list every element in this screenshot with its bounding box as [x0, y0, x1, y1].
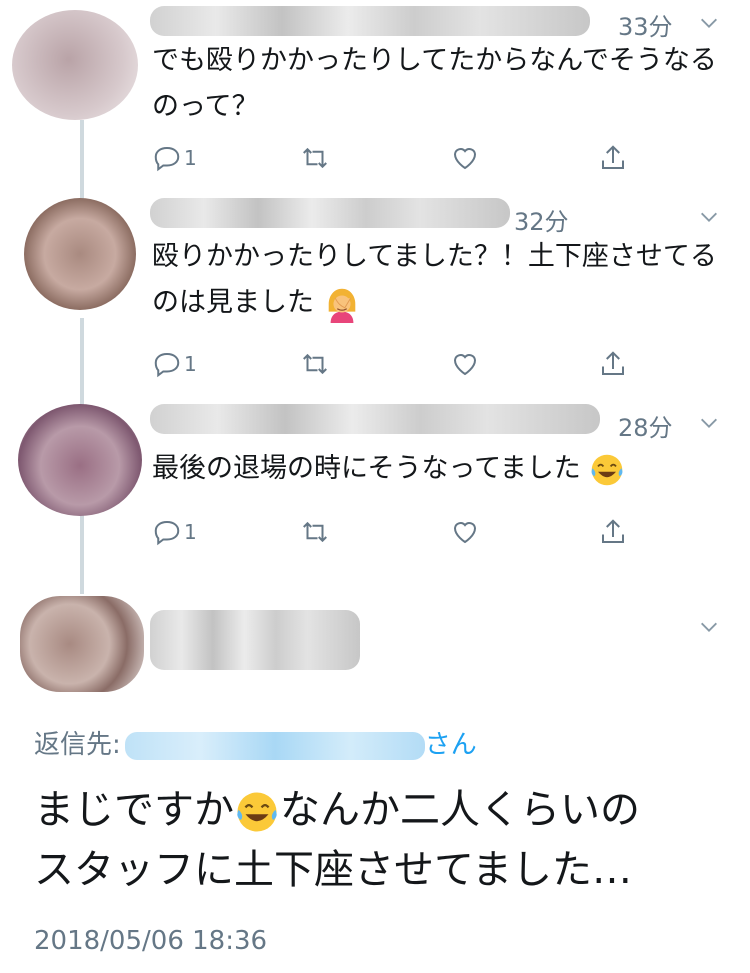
tweet-text-content: 殴りかかったりしてました？！土下座させてるのは見ました — [152, 241, 717, 318]
tweet-time: 32分 — [514, 208, 569, 236]
reply-button[interactable]: 1 — [152, 344, 197, 384]
chevron-down-icon[interactable] — [698, 616, 720, 638]
reply-icon — [154, 146, 180, 172]
like-button[interactable] — [450, 344, 480, 384]
tweet-actions: 1 — [152, 344, 652, 384]
retweet-button[interactable] — [300, 344, 330, 384]
share-icon — [602, 519, 624, 543]
chevron-down-icon[interactable] — [698, 12, 720, 34]
retweet-icon — [303, 353, 327, 375]
reply-count: 1 — [184, 520, 197, 544]
retweet-button[interactable] — [300, 512, 330, 552]
tweet-actions: 1 — [152, 138, 652, 178]
reply-to-label: 返信先: — [34, 730, 121, 760]
author-name-redacted — [150, 6, 590, 36]
heart-icon — [453, 522, 477, 544]
share-button[interactable] — [598, 344, 628, 384]
heart-icon — [453, 148, 477, 170]
reply-icon — [154, 520, 180, 546]
share-icon — [602, 145, 624, 169]
tweet-text: 殴りかかったりしてました？！土下座させてるのは見ました — [152, 234, 722, 326]
reply-button[interactable]: 1 — [152, 138, 197, 178]
retweet-icon — [303, 521, 327, 543]
tears-of-joy-emoji — [591, 454, 623, 485]
like-button[interactable] — [450, 512, 480, 552]
tweet-time: 33分 — [618, 13, 673, 41]
author-name-redacted — [150, 198, 510, 228]
focused-tweet-text-part2: なんか二人くらいの — [280, 787, 640, 833]
tweet-text: 最後の退場の時にそうなってました — [152, 446, 722, 492]
reply-to-line: 返信先: さん — [34, 724, 477, 761]
focused-tweet-text-line2: スタッフに土下座させてました… — [34, 847, 632, 893]
tweet-text: でも殴りかかったりしてたからなんでそうなるのって？ — [152, 45, 717, 122]
avatar[interactable] — [24, 198, 136, 310]
tweet-item[interactable]: 33分 でも殴りかかったりしてたからなんでそうなるのって？ 1 — [0, 0, 750, 200]
tweet-actions: 1 — [152, 512, 652, 552]
avatar[interactable] — [20, 596, 144, 692]
focused-tweet-header[interactable] — [0, 590, 750, 700]
share-button[interactable] — [598, 512, 628, 552]
reply-to-handle-redacted[interactable] — [124, 731, 425, 760]
retweet-button[interactable] — [300, 138, 330, 178]
tweet-timestamp: 2018/05/06 18:36 — [34, 926, 268, 956]
avatar[interactable] — [12, 10, 138, 120]
share-button[interactable] — [598, 138, 628, 178]
retweet-icon — [303, 147, 327, 169]
tears-of-joy-emoji — [237, 792, 277, 832]
author-name-redacted — [150, 404, 600, 434]
author-name-redacted — [150, 610, 360, 670]
tweet-time: 28分 — [618, 414, 673, 442]
reply-icon — [154, 352, 180, 378]
focused-tweet-text: まじですか なんか二人くらいの スタッフに土下座させてました… — [34, 780, 724, 900]
tweet-item[interactable]: 28分 最後の退場の時にそうなってました 1 — [0, 402, 750, 592]
tweet-text-content: 最後の退場の時にそうなってました — [152, 453, 581, 484]
share-icon — [602, 351, 624, 375]
chevron-down-icon[interactable] — [698, 206, 720, 228]
reply-count: 1 — [184, 352, 197, 376]
tweet-item[interactable]: 32分 殴りかかったりしてました？！土下座させてるのは見ました 1 — [0, 196, 750, 406]
like-button[interactable] — [450, 138, 480, 178]
avatar[interactable] — [18, 404, 142, 516]
facepalm-emoji — [328, 288, 355, 323]
focused-tweet-text-part1: まじですか — [34, 787, 234, 833]
reply-count: 1 — [184, 146, 197, 170]
heart-icon — [453, 354, 477, 376]
reply-button[interactable]: 1 — [152, 512, 197, 552]
reply-to-suffix[interactable]: さん — [425, 730, 477, 760]
chevron-down-icon[interactable] — [698, 412, 720, 434]
